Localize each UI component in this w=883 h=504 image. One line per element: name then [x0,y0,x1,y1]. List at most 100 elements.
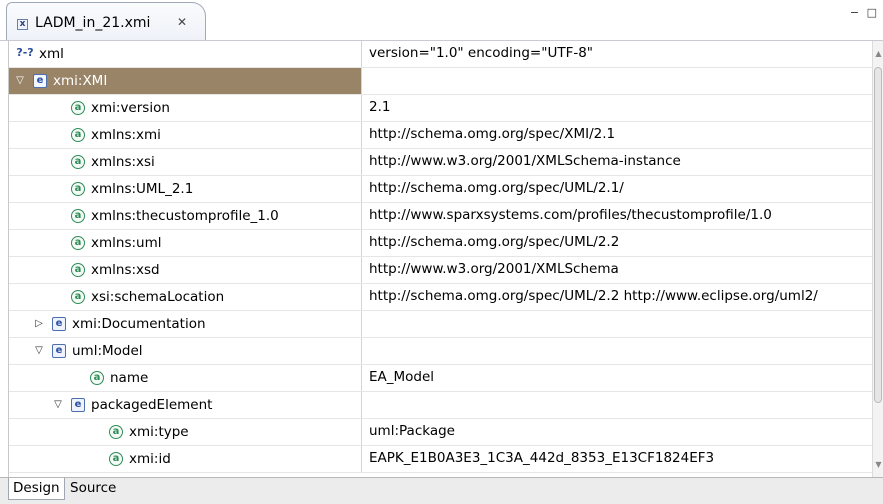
tree-row[interactable]: ▽ e packagedElement [9,392,872,419]
processing-instruction-icon: ?-? [16,46,34,59]
element-icon: e [52,344,66,358]
attribute-icon: a [71,101,85,115]
tree-row[interactable]: ▽ e xmi:XMI [9,68,872,95]
collapse-icon[interactable]: ▽ [34,338,44,364]
node-value-cell[interactable]: http://www.w3.org/2001/XMLSchema [363,257,872,283]
node-name-cell[interactable]: ▷ e xmi:Documentation [9,311,362,337]
vertical-scrollbar[interactable]: ▲ ▼ [872,41,883,477]
node-label: xsi:schemaLocation [91,289,225,305]
node-value-cell[interactable] [363,68,872,94]
collapse-icon[interactable]: ▽ [15,68,25,94]
tree-row[interactable]: a xmlns:xmi http://schema.omg.org/spec/XMI… [9,122,872,149]
tree-node: a xmlns:xsi [53,149,155,175]
node-name-cell[interactable]: a name [9,365,362,391]
node-value-cell[interactable]: http://www.w3.org/2001/XMLSchema-instanc… [363,149,872,175]
collapse-icon[interactable]: ▽ [53,392,63,418]
tree-row[interactable]: ?-? xml version="1.0" encoding="UTF-8" [9,41,872,68]
tree-node: a xmi:version [53,95,170,121]
node-name-cell[interactable]: ?-? xml [9,41,362,67]
tree-row[interactable]: a xmi:type uml:Package [9,419,872,446]
tree-node: a xsi:schemaLocation [53,284,224,310]
expand-icon[interactable]: ▷ [34,311,44,337]
attribute-icon: a [71,155,85,169]
tree-row[interactable]: a xmi:version 2.1 [9,95,872,122]
node-label: xmlns:uml [91,235,162,251]
tree-row[interactable]: a xmlns:UML_2.1 http://schema.omg.org/spec… [9,176,872,203]
editor-tab[interactable]: x LADM_in_21.xmi ✕ [6,2,206,41]
node-value-cell[interactable]: version="1.0" encoding="UTF-8" [363,41,872,67]
node-value-cell[interactable]: http://www.sparxsystems.com/profiles/the… [363,203,872,229]
node-value-cell[interactable] [363,392,872,418]
node-value-cell[interactable]: uml:Package [363,419,872,445]
attribute-icon: a [90,371,104,385]
node-name-cell[interactable]: a xmlns:UML_2.1 [9,176,362,202]
node-label: name [110,370,149,386]
tree-node: a name [72,365,148,391]
attribute-icon: a [71,236,85,250]
node-name-cell[interactable]: ▽ e uml:Model [9,338,362,364]
attribute-icon: a [109,425,123,439]
tree-row[interactable]: a xmlns:xsi http://www.w3.org/2001/XMLSche… [9,149,872,176]
node-value-cell[interactable]: EAPK_E1B0A3E3_1C3A_442d_8353_E13CF1824EF… [363,446,872,472]
node-label: xmlns:xsd [91,262,160,278]
tree-node: a xmlns:uml [53,230,162,256]
node-name-cell[interactable]: a xmlns:uml [9,230,362,256]
tree-node: ?-? xml [15,41,64,67]
node-label: xmlns:UML_2.1 [91,181,194,197]
node-label: xmi:XMI [53,73,108,89]
tree-node: a xmi:id [91,446,171,472]
tree-node: a xmlns:thecustomprofile_1.0 [53,203,279,229]
attribute-icon: a [71,182,85,196]
node-value-cell[interactable]: 2.1 [363,95,872,121]
node-value-cell[interactable]: http://schema.omg.org/spec/XMI/2.1 [363,122,872,148]
tree-row[interactable]: a xmlns:thecustomprofile_1.0 http://www.sp… [9,203,872,230]
node-name-cell[interactable]: a xmlns:xmi [9,122,362,148]
node-label: xmi:type [129,424,189,440]
tree-row[interactable]: a xsi:schemaLocation http://schema.omg.org… [9,284,872,311]
node-value-cell[interactable] [363,311,872,337]
xml-design-tree[interactable]: ?-? xml version="1.0" encoding="UTF-8" ▽ e xm… [8,41,872,477]
element-icon: e [52,317,66,331]
tree-node: a xmlns:xmi [53,122,161,148]
attribute-icon: a [109,452,123,466]
node-name-cell[interactable]: a xmlns:xsi [9,149,362,175]
attribute-icon: a [71,263,85,277]
tree-node: ▽ e packagedElement [53,392,212,418]
node-value-cell[interactable] [363,338,872,364]
tree-row[interactable]: ▷ e xmi:Documentation [9,311,872,338]
node-value-cell[interactable]: http://schema.omg.org/spec/UML/2.2 http:… [363,284,872,310]
node-name-cell[interactable]: a xsi:schemaLocation [9,284,362,310]
node-label: packagedElement [91,397,213,413]
tree-row[interactable]: a xmlns:xsd http://www.w3.org/2001/XMLSche… [9,257,872,284]
editor-page-tabs: Design Source [0,477,883,504]
tree-row[interactable]: a xmi:id EAPK_E1B0A3E3_1C3A_442d_8353_E13C… [9,446,872,473]
tab-source[interactable]: Source [66,478,120,500]
attribute-icon: a [71,209,85,223]
node-label: xmi:id [129,451,171,467]
close-icon[interactable]: ✕ [177,15,187,29]
tree-row[interactable]: a name EA_Model [9,365,872,392]
attribute-icon: a [71,290,85,304]
node-name-cell[interactable]: a xmlns:thecustomprofile_1.0 [9,203,362,229]
node-name-cell[interactable]: a xmi:version [9,95,362,121]
editor-tab-title: LADM_in_21.xmi [35,15,151,31]
node-name-cell[interactable]: a xmlns:xsd [9,257,362,283]
xml-file-icon: x [17,19,28,30]
node-value-cell[interactable]: http://schema.omg.org/spec/UML/2.1/ [363,176,872,202]
node-name-cell[interactable]: ▽ e packagedElement [9,392,362,418]
scroll-down-icon[interactable]: ▼ [873,460,883,469]
node-name-cell[interactable]: ▽ e xmi:XMI [9,68,362,94]
node-name-cell[interactable]: a xmi:type [9,419,362,445]
tab-design[interactable]: Design [8,478,65,500]
tree-row[interactable]: a xmlns:uml http://schema.omg.org/spec/UML… [9,230,872,257]
node-label: xmlns:xsi [91,154,155,170]
node-name-cell[interactable]: a xmi:id [9,446,362,472]
scroll-up-icon[interactable]: ▲ [873,49,883,58]
tree-node: ▽ e uml:Model [34,338,142,364]
tree-node: ▷ e xmi:Documentation [34,311,205,337]
tree-row[interactable]: ▽ e uml:Model [9,338,872,365]
node-value-cell[interactable]: http://schema.omg.org/spec/UML/2.2 [363,230,872,256]
minimize-maximize-icon[interactable]: − □ [850,6,879,19]
node-value-cell[interactable]: EA_Model [363,365,872,391]
scrollbar-thumb[interactable] [874,67,882,403]
